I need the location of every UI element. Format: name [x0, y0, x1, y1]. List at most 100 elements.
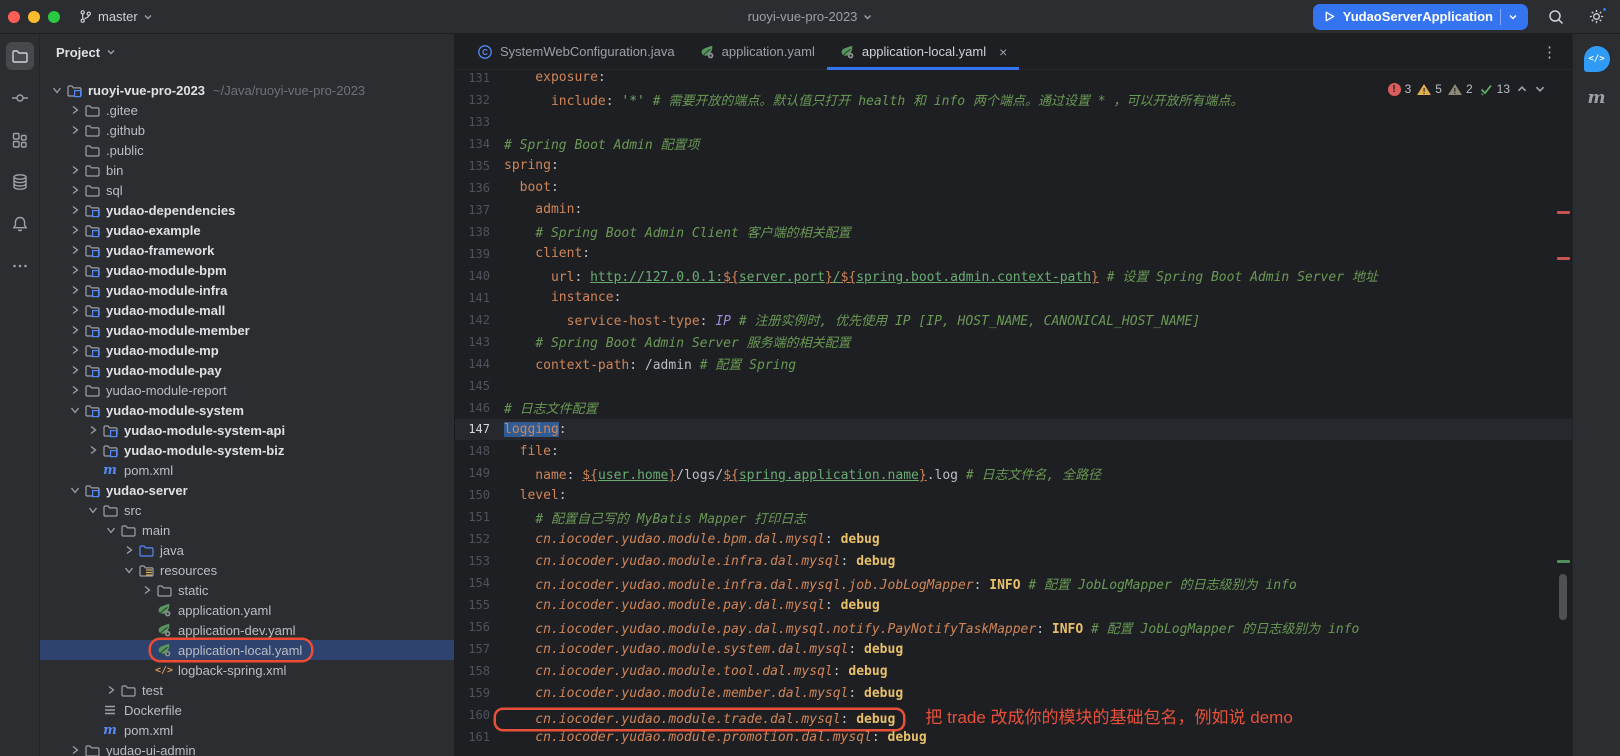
minimize-window-button[interactable] — [28, 11, 40, 23]
tree-item-yudao-module-system-biz[interactable]: yudao-module-system-biz — [40, 440, 454, 460]
code-line-159[interactable]: 159 cn.iocoder.yudao.module.member.dal.m… — [455, 682, 1572, 704]
ai-chat-icon[interactable]: </> — [1584, 46, 1610, 72]
line-number[interactable]: 147 — [455, 422, 490, 436]
line-number[interactable]: 159 — [455, 686, 490, 700]
line-number[interactable]: 131 — [455, 71, 490, 85]
tree-item-yudao-module-mall[interactable]: yudao-module-mall — [40, 300, 454, 320]
tab-application.yaml[interactable]: application.yaml — [687, 34, 827, 69]
code-line-134[interactable]: 134# Spring Boot Admin 配置项 — [455, 133, 1572, 155]
chevron-collapsed-icon[interactable] — [66, 204, 83, 216]
tree-item-logback-spring.xml[interactable]: </>logback-spring.xml — [40, 660, 454, 680]
window-controls[interactable] — [8, 11, 60, 23]
line-number[interactable]: 146 — [455, 401, 490, 415]
chevron-expanded-icon[interactable] — [84, 504, 101, 516]
tree-item-yudao-module-mp[interactable]: yudao-module-mp — [40, 340, 454, 360]
weak-warning-count[interactable]: ! 2 — [1448, 82, 1473, 96]
maven-tool-button[interactable]: m — [1588, 88, 1606, 108]
tree-item-main[interactable]: main — [40, 520, 454, 540]
project-tool-button[interactable] — [6, 42, 34, 70]
tree-item-.github[interactable]: .github — [40, 120, 454, 140]
tree-item-yudao-ui-admin[interactable]: yudao-ui-admin — [40, 740, 454, 756]
tree-item-.gitee[interactable]: .gitee — [40, 100, 454, 120]
line-number[interactable]: 158 — [455, 664, 490, 678]
line-number[interactable]: 133 — [455, 115, 490, 129]
line-number[interactable]: 141 — [455, 291, 490, 305]
tab-SystemWebConfiguration.java[interactable]: CSystemWebConfiguration.java — [465, 34, 687, 69]
tree-item-yudao-dependencies[interactable]: yudao-dependencies — [40, 200, 454, 220]
line-number[interactable]: 138 — [455, 225, 490, 239]
code-line-154[interactable]: 154 cn.iocoder.yudao.module.infra.dal.my… — [455, 572, 1572, 594]
warning-count[interactable]: ! 5 — [1417, 82, 1442, 96]
tree-item-yudao-module-system-api[interactable]: yudao-module-system-api — [40, 420, 454, 440]
chevron-collapsed-icon[interactable] — [66, 124, 83, 136]
code-line-140[interactable]: 140 url: http://127.0.0.1:${server.port}… — [455, 265, 1572, 287]
line-number[interactable]: 150 — [455, 488, 490, 502]
code-line-149[interactable]: 149 name: ${user.home}/logs/${spring.app… — [455, 462, 1572, 484]
tree-item-pom.xml[interactable]: mpom.xml — [40, 460, 454, 480]
next-issue-button[interactable] — [1534, 83, 1546, 95]
notifications-tool-button[interactable] — [6, 210, 34, 238]
project-title-widget[interactable]: ruoyi-vue-pro-2023 — [748, 9, 873, 24]
code-line-133[interactable]: 133 — [455, 111, 1572, 133]
chevron-collapsed-icon[interactable] — [66, 324, 83, 336]
line-number[interactable]: 144 — [455, 357, 490, 371]
tree-item-yudao-module-system[interactable]: yudao-module-system — [40, 400, 454, 420]
chevron-down-icon[interactable] — [1508, 12, 1518, 22]
stripe-mark[interactable] — [1557, 257, 1570, 260]
chevron-collapsed-icon[interactable] — [66, 284, 83, 296]
inspections-widget[interactable]: ! 3 ! 5 ! 2 13 — [1388, 82, 1546, 96]
line-number[interactable]: 148 — [455, 444, 490, 458]
previous-issue-button[interactable] — [1516, 83, 1528, 95]
error-count[interactable]: ! 3 — [1388, 82, 1412, 96]
tree-item-yudao-example[interactable]: yudao-example — [40, 220, 454, 240]
chevron-expanded-icon[interactable] — [66, 484, 83, 496]
code-line-135[interactable]: 135spring: — [455, 155, 1572, 177]
line-number[interactable]: 151 — [455, 510, 490, 524]
line-number[interactable]: 161 — [455, 730, 490, 744]
chevron-collapsed-icon[interactable] — [66, 244, 83, 256]
code-line-143[interactable]: 143 # Spring Boot Admin Server 服务端的相关配置 — [455, 331, 1572, 353]
code-line-148[interactable]: 148 file: — [455, 440, 1572, 462]
chevron-expanded-icon[interactable] — [48, 84, 65, 96]
chevron-collapsed-icon[interactable] — [66, 344, 83, 356]
stripe-mark[interactable] — [1557, 560, 1570, 563]
chevron-collapsed-icon[interactable] — [120, 544, 137, 556]
chevron-collapsed-icon[interactable] — [66, 384, 83, 396]
line-number[interactable]: 157 — [455, 642, 490, 656]
chevron-collapsed-icon[interactable] — [66, 304, 83, 316]
chevron-expanded-icon[interactable] — [102, 524, 119, 536]
run-configuration-button[interactable]: YudaoServerApplication — [1313, 4, 1528, 30]
structure-tool-button[interactable] — [6, 126, 34, 154]
chevron-collapsed-icon[interactable] — [66, 164, 83, 176]
search-everywhere-button[interactable] — [1544, 5, 1568, 29]
tree-item-ruoyi-vue-pro-2023[interactable]: ruoyi-vue-pro-2023~/Java/ruoyi-vue-pro-2… — [40, 80, 454, 100]
commit-tool-button[interactable] — [6, 84, 34, 112]
tree-item-application-local.yaml[interactable]: application-local.yaml — [40, 640, 454, 660]
line-number[interactable]: 155 — [455, 598, 490, 612]
line-number[interactable]: 156 — [455, 620, 490, 634]
tree-item-yudao-module-member[interactable]: yudao-module-member — [40, 320, 454, 340]
line-number[interactable]: 149 — [455, 466, 490, 480]
tree-item-yudao-module-infra[interactable]: yudao-module-infra — [40, 280, 454, 300]
tree-item-.public[interactable]: .public — [40, 140, 454, 160]
tree-item-yudao-framework[interactable]: yudao-framework — [40, 240, 454, 260]
line-number[interactable]: 139 — [455, 247, 490, 261]
line-number[interactable]: 153 — [455, 554, 490, 568]
chevron-collapsed-icon[interactable] — [84, 424, 101, 436]
code-line-145[interactable]: 145 — [455, 375, 1572, 397]
more-tools-button[interactable] — [6, 252, 34, 280]
tree-item-yudao-server[interactable]: yudao-server — [40, 480, 454, 500]
code-line-141[interactable]: 141 instance: — [455, 287, 1572, 309]
chevron-collapsed-icon[interactable] — [84, 444, 101, 456]
line-number[interactable]: 145 — [455, 379, 490, 393]
code-line-146[interactable]: 146# 日志文件配置 — [455, 397, 1572, 419]
code-line-137[interactable]: 137 admin: — [455, 199, 1572, 221]
tree-item-yudao-module-bpm[interactable]: yudao-module-bpm — [40, 260, 454, 280]
stripe-mark[interactable] — [1557, 211, 1570, 214]
tab-options-button[interactable]: ⋮ — [1542, 34, 1558, 69]
line-number[interactable]: 134 — [455, 137, 490, 151]
code-line-156[interactable]: 156 cn.iocoder.yudao.module.pay.dal.mysq… — [455, 616, 1572, 638]
code-line-151[interactable]: 151 # 配置自己写的 MyBatis Mapper 打印日志 — [455, 506, 1572, 528]
code-line-160[interactable]: 160 cn.iocoder.yudao.module.trade.dal.my… — [455, 704, 1572, 726]
line-number[interactable]: 137 — [455, 203, 490, 217]
